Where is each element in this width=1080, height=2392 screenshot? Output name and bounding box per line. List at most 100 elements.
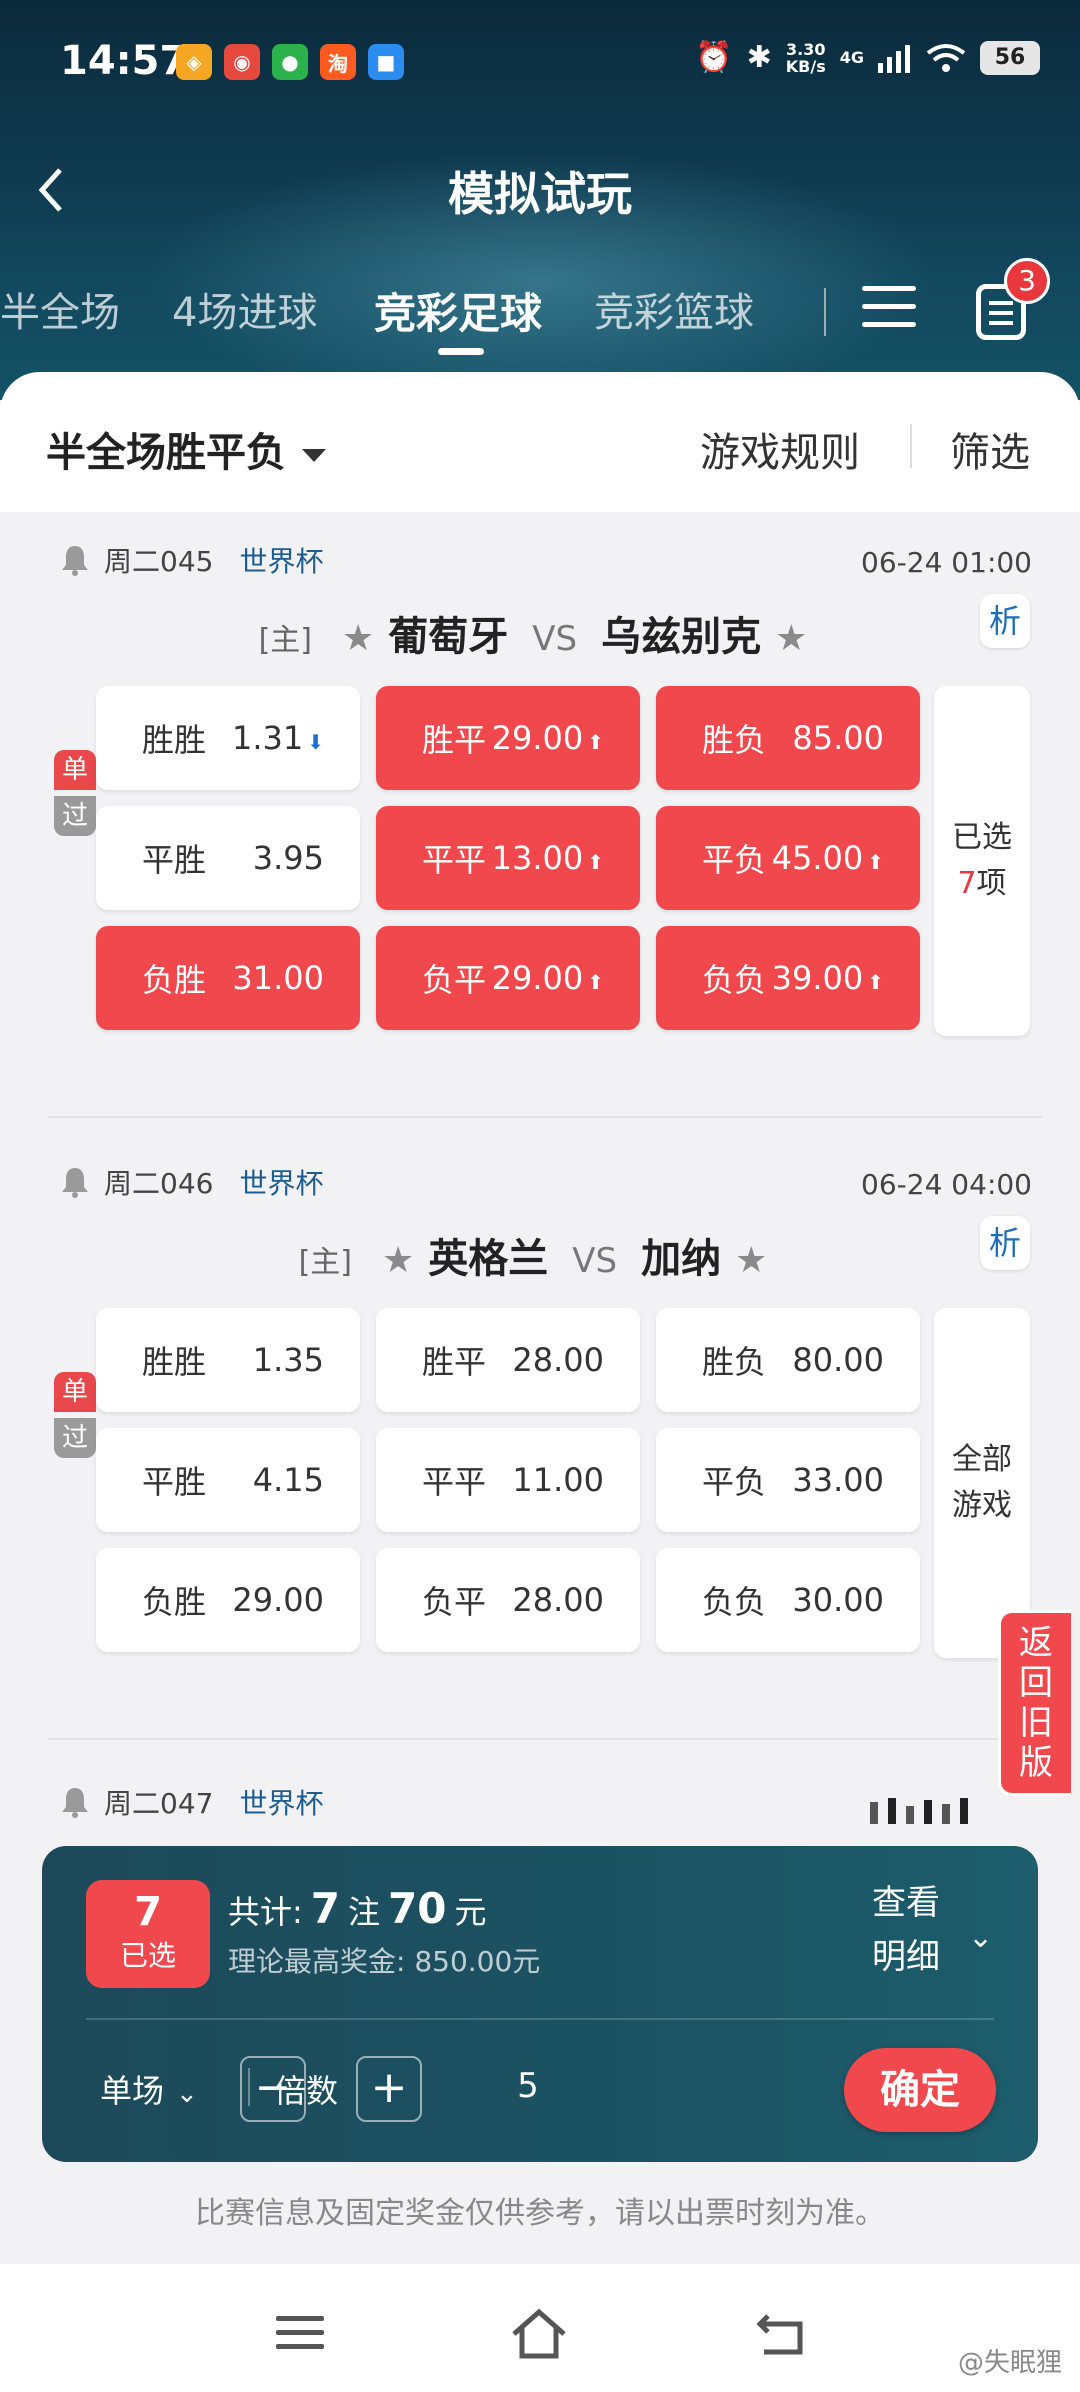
- menu-icon[interactable]: [862, 286, 916, 334]
- odds-label: 负平: [422, 1583, 487, 1621]
- multiplier-minus-button[interactable]: −: [240, 2056, 306, 2122]
- match-meta: 周二046 世界杯: [60, 1162, 323, 1202]
- star-icon[interactable]: ★: [342, 618, 374, 659]
- host-tag: [主]: [298, 1245, 352, 1280]
- arrow-up-icon: ⬆: [867, 970, 884, 994]
- pass-tag: 过: [54, 1418, 96, 1458]
- net-speed-unit: KB/s: [785, 56, 826, 76]
- single-tag: 单: [54, 1372, 96, 1412]
- max-prize: 理论最高奖金: 850.00元: [228, 1945, 541, 1978]
- bell-icon[interactable]: [60, 1785, 90, 1819]
- odds-label: 负胜: [142, 1583, 207, 1621]
- arrow-up-icon: ⬆: [587, 850, 604, 874]
- multiplier-input[interactable]: 5: [478, 2066, 578, 2106]
- odds-cell[interactable]: 平胜 3.95: [96, 806, 360, 910]
- blue-app-icon: ■: [368, 44, 404, 80]
- bell-icon[interactable]: [60, 543, 90, 577]
- notification-icons: ◈ ◉ ● 淘 ■: [176, 44, 404, 80]
- all-games-box[interactable]: 全部 游戏: [934, 1308, 1030, 1658]
- nav-back-icon[interactable]: [756, 2310, 806, 2356]
- match-meta: 周二047 世界杯: [60, 1782, 323, 1822]
- odds-cell[interactable]: 负负 30.00: [656, 1548, 920, 1652]
- odds-cell[interactable]: 负平 28.00: [376, 1548, 640, 1652]
- selected-label: 已选: [952, 820, 1012, 855]
- odds-cell[interactable]: 胜负 85.00: [656, 686, 920, 790]
- mode-label: 单场: [100, 2072, 165, 2110]
- confirm-button[interactable]: 确定: [844, 2048, 996, 2132]
- odds-value: 4.15: [253, 1461, 324, 1499]
- detail-line1: 查看: [872, 1883, 940, 1923]
- tab-half-full[interactable]: 半全场: [0, 280, 120, 338]
- odds-number: 1.31: [231, 719, 304, 757]
- odds-cell[interactable]: 胜胜 1.35: [96, 1308, 360, 1412]
- odds-cell[interactable]: 平负 33.00: [656, 1428, 920, 1532]
- view-detail-button[interactable]: 查看 明细: [872, 1876, 940, 1984]
- selected-count: 7: [957, 866, 977, 901]
- selected-count-line: 7项: [957, 861, 1006, 907]
- disclaimer-text: 比赛信息及固定奖金仅供参考，请以出票时刻为准。: [195, 2196, 885, 2231]
- odds-label: 负负: [702, 1583, 767, 1621]
- play-type-dropdown[interactable]: 半全场胜平负: [46, 420, 326, 478]
- odds-value: 45.00 ⬆: [772, 839, 884, 877]
- chevron-down-icon[interactable]: ⌄: [968, 1920, 993, 1955]
- odds-cell[interactable]: 负负 39.00 ⬆: [656, 926, 920, 1030]
- odds-number: 3.95: [252, 839, 324, 877]
- selected-count-badge[interactable]: 7 已选: [86, 1880, 210, 1988]
- odds-cell[interactable]: 平平 13.00 ⬆: [376, 806, 640, 910]
- bell-icon[interactable]: [60, 1165, 90, 1199]
- filter-divider: [910, 424, 912, 468]
- odds-cell[interactable]: 平平 11.00: [376, 1428, 640, 1532]
- selected-count-number: 7: [134, 1889, 162, 1935]
- star-icon[interactable]: ★: [775, 618, 807, 659]
- analysis-button[interactable]: 析: [980, 594, 1030, 648]
- odds-cell[interactable]: 平负 45.00 ⬆: [656, 806, 920, 910]
- tab-four-goals[interactable]: 4场进球: [172, 280, 317, 338]
- analysis-button[interactable]: 析: [980, 1216, 1030, 1270]
- arrow-up-icon: ⬆: [867, 850, 884, 874]
- selected-items-box[interactable]: 已选 7项: [934, 686, 1030, 1036]
- page-title: 模拟试玩: [448, 167, 632, 221]
- wifi-icon: [926, 43, 966, 72]
- status-time: 14:57: [60, 38, 188, 84]
- arrow-down-icon: ⬇: [307, 730, 324, 754]
- league-name: 世界杯: [239, 1167, 324, 1200]
- odds-cell[interactable]: 胜胜 1.31 ⬇: [96, 686, 360, 790]
- odds-cell[interactable]: 胜平 29.00 ⬆: [376, 686, 640, 790]
- bet-count: 7: [310, 1884, 341, 1933]
- odds-label: 负负: [702, 961, 767, 999]
- odds-label: 平平: [422, 841, 487, 879]
- bet-count-badge: 3: [1004, 258, 1050, 304]
- single-pass-tag: 单 过: [54, 750, 96, 836]
- match-teams: [主] ★ 葡萄牙 VS 乌兹别克 ★: [0, 604, 1080, 662]
- odds-value: 1.31 ⬇: [232, 719, 324, 757]
- bet-unit: 注: [348, 1893, 381, 1931]
- odds-cell[interactable]: 胜负 80.00: [656, 1308, 920, 1412]
- odds-value: 13.00 ⬆: [492, 839, 604, 877]
- star-icon[interactable]: ★: [382, 1240, 414, 1281]
- tab-jingcai-basketball[interactable]: 竞彩篮球: [594, 280, 754, 338]
- multiplier-plus-button[interactable]: +: [356, 2056, 422, 2122]
- odds-cell[interactable]: 平胜 4.15: [96, 1428, 360, 1532]
- single-pass-tag: 单 过: [54, 1372, 96, 1458]
- game-rules-link[interactable]: 游戏规则: [700, 420, 860, 478]
- mode-dropdown[interactable]: 单场 ⌄: [100, 2066, 198, 2112]
- odds-number: 29.00: [232, 1581, 324, 1619]
- away-team: 加纳: [641, 1236, 722, 1282]
- odds-cell[interactable]: 负平 29.00 ⬆: [376, 926, 640, 1030]
- odds-label: 平负: [702, 1463, 767, 1501]
- match-code: 周二045: [104, 545, 214, 578]
- nav-home-icon[interactable]: [510, 2306, 568, 2362]
- filter-button[interactable]: 筛选: [950, 420, 1030, 478]
- return-old-version-button[interactable]: 返 回 旧 版: [998, 1610, 1071, 1796]
- tab-jingcai-football[interactable]: 竞彩足球: [374, 280, 542, 341]
- odds-number: 39.00: [771, 959, 864, 997]
- odds-cell[interactable]: 负胜 29.00: [96, 1548, 360, 1652]
- odds-cell[interactable]: 胜平 28.00: [376, 1308, 640, 1412]
- vs-label: VS: [572, 1241, 618, 1281]
- nav-recents-icon[interactable]: [276, 2316, 324, 2358]
- odds-number: 29.00: [491, 959, 584, 997]
- match-teams: [主] ★ 英格兰 VS 加纳 ★: [0, 1226, 1080, 1284]
- odds-number: 29.00: [491, 719, 584, 757]
- odds-cell[interactable]: 负胜 31.00: [96, 926, 360, 1030]
- star-icon[interactable]: ★: [735, 1240, 767, 1281]
